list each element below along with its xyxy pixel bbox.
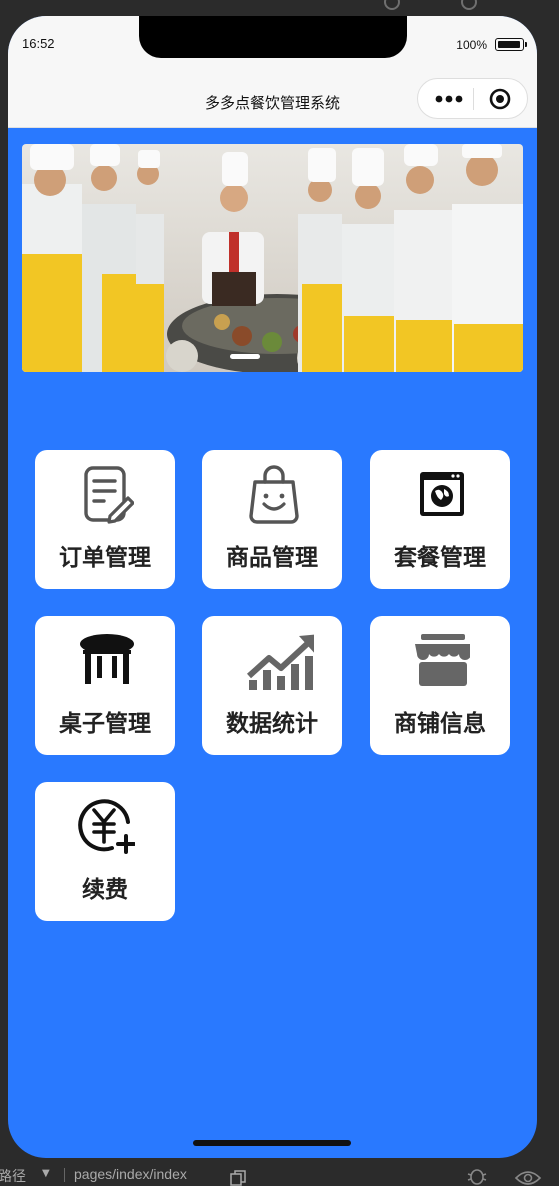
status-bar: 16:52 100% — [8, 16, 537, 62]
menu-item-order-management[interactable]: 订单管理 — [35, 450, 175, 589]
trend-chart-icon — [246, 634, 314, 690]
stop-icon[interactable] — [461, 0, 477, 10]
path-dropdown-caret-icon[interactable]: ▼ — [42, 1168, 50, 1179]
package-window-icon — [420, 472, 464, 516]
path-label: 路径 — [0, 1169, 26, 1185]
more-dots-icon[interactable] — [431, 87, 471, 111]
shopping-bag-icon — [249, 465, 299, 524]
menu-item-label: 桌子管理 — [59, 711, 151, 737]
menu-item-shop-info[interactable]: 商铺信息 — [370, 616, 510, 755]
miniprogram-capsule — [417, 78, 528, 119]
menu-item-data-statistics[interactable]: 数据统计 — [202, 616, 342, 755]
battery-percent: 100% — [456, 38, 487, 52]
toolbar-divider — [64, 1168, 65, 1182]
menu-item-renewal[interactable]: 续费 — [35, 782, 175, 921]
status-time: 16:52 — [22, 36, 55, 51]
copy-icon[interactable] — [230, 1170, 246, 1186]
debug-bug-icon[interactable] — [466, 1167, 488, 1185]
menu-item-label: 订单管理 — [59, 545, 151, 571]
devtools-bottom-bar: 路径 ▼ pages/index/index — [0, 1158, 559, 1186]
storefront-icon — [415, 634, 470, 686]
menu-item-label: 商品管理 — [226, 545, 318, 571]
table-icon — [80, 634, 134, 684]
renew-yuan-icon — [78, 799, 135, 854]
menu-item-product-management[interactable]: 商品管理 — [202, 450, 342, 589]
phone-frame: 16:52 100% 多多点餐饮管理系统 订单管理 商品管理 套餐管理 桌子管理… — [8, 16, 537, 1158]
menu-item-label: 续费 — [82, 877, 128, 903]
order-document-icon — [84, 466, 134, 524]
menu-item-package-management[interactable]: 套餐管理 — [370, 450, 510, 589]
menu-item-label: 套餐管理 — [394, 545, 486, 571]
navigation-bar: 多多点餐饮管理系统 — [8, 62, 537, 128]
close-circle-icon[interactable] — [488, 87, 512, 111]
carousel-indicator-active[interactable] — [230, 354, 260, 359]
banner-carousel[interactable] — [22, 144, 523, 372]
refresh-icon[interactable] — [384, 0, 400, 10]
menu-item-label: 商铺信息 — [394, 711, 486, 737]
capsule-divider — [473, 88, 474, 110]
chef-banner-image — [22, 144, 523, 372]
notch — [139, 16, 407, 58]
devtools-top-bar — [0, 0, 559, 16]
battery-icon — [495, 38, 527, 51]
home-indicator — [193, 1140, 351, 1146]
page-route: pages/index/index — [74, 1166, 187, 1182]
eye-preview-icon[interactable] — [514, 1170, 542, 1186]
menu-item-label: 数据统计 — [226, 711, 318, 737]
menu-item-table-management[interactable]: 桌子管理 — [35, 616, 175, 755]
